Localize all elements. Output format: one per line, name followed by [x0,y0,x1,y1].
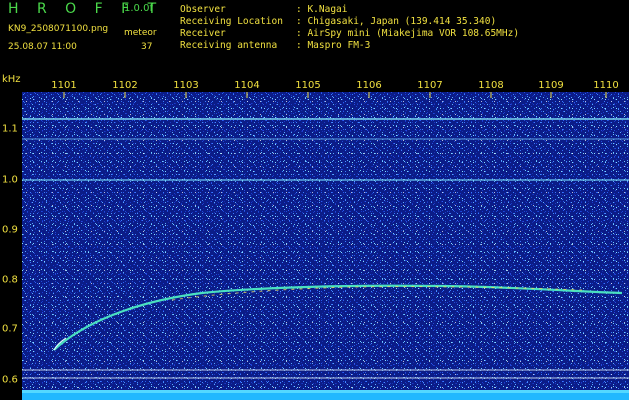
info-key: Receiving Location [180,16,283,27]
mode-label: meteor [124,28,157,38]
info-key: Receiver [180,28,226,39]
info-value: : Maspro FM-3 [296,40,371,51]
y-tick-label: 0.9 [2,224,18,236]
x-tick-label: 1104 [234,80,260,91]
info-row-location: Receiving Location : Chigasaki, Japan (1… [180,16,519,28]
x-tick-label: 1105 [295,80,321,91]
x-tick-label: 1102 [112,80,138,91]
filename-label: KN9_2508071100.png [8,24,109,34]
count-label: 37 [141,42,153,52]
x-tick-label: 1106 [356,80,382,91]
info-value: : Chigasaki, Japan (139.414 35.340) [296,16,497,27]
info-value: : K.Nagai [296,4,348,15]
x-tick-label: 1108 [478,80,504,91]
info-row-antenna: Receiving antenna : Maspro FM-3 [180,40,519,52]
waterfall-spectrogram [22,92,629,400]
y-tick-label: 0.7 [2,323,18,335]
x-tick-label: 1103 [173,80,199,91]
y-tick-label: 0.8 [2,274,18,286]
x-tick-label: 1109 [538,80,564,91]
info-key: Observer [180,4,226,15]
noise-layer [22,92,629,400]
x-tick-label: 1110 [593,80,619,91]
y-tick-label: 1.1 [2,123,18,135]
info-key: Receiving antenna [180,40,278,51]
y-axis-unit: kHz [2,74,21,85]
info-row-observer: Observer : K.Nagai [180,4,519,16]
x-tick-label: 1107 [417,80,443,91]
y-tick-label: 0.6 [2,374,18,386]
y-tick-label: 1.0 [2,174,18,186]
station-info: Observer : K.Nagai Receiving Location : … [180,4,519,52]
info-row-receiver: Receiver : AirSpy mini (Miakejima VOR 10… [180,28,519,40]
baseline-band-edge [22,390,629,393]
x-tick-label: 1101 [51,80,77,91]
timestamp-label: 25.08.07 11:00 [8,42,77,52]
hroft-window: { "header": { "app_title": "H R O F F T"… [0,0,629,400]
version-label: 1.0.0f [124,3,153,14]
info-value: : AirSpy mini (Miakejima VOR 108.65MHz) [296,28,520,39]
